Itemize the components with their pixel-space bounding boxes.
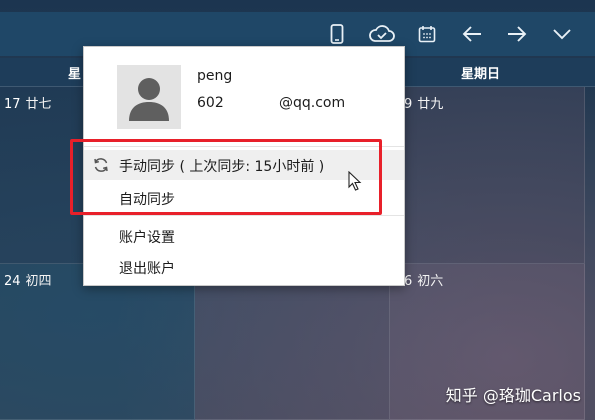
weekday-label: 星	[68, 67, 82, 82]
calendar-cell[interactable]	[195, 264, 390, 420]
mouse-cursor-icon	[348, 171, 362, 191]
menu-divider	[84, 215, 404, 216]
user-icon	[129, 78, 169, 121]
cloud-sync-icon[interactable]	[366, 21, 398, 47]
weekday-label-sunday: 星期日	[461, 67, 501, 82]
watermark: 知乎 @珞珈Carlos	[445, 386, 581, 405]
cell-date: 17 廿七	[4, 97, 52, 112]
account-email: 602 @qq.com	[197, 95, 346, 111]
calendar-cell[interactable]: 9 廿九	[390, 87, 585, 264]
cell-date: 9 廿九	[404, 97, 444, 112]
account-settings-item[interactable]: 账户设置	[84, 221, 404, 251]
avatar	[117, 65, 181, 129]
cell-date: 24 初四	[4, 274, 52, 289]
calendar-icon[interactable]	[414, 21, 440, 47]
arrow-left-icon[interactable]	[459, 21, 485, 47]
sign-out-label: 退出账户	[119, 261, 175, 277]
arrow-right-icon[interactable]	[504, 21, 530, 47]
calendar-cell[interactable]: 24 初四	[0, 264, 195, 420]
sign-out-item[interactable]: 退出账户	[84, 252, 404, 282]
annotation-highlight-box	[70, 139, 382, 215]
account-username: peng	[197, 68, 233, 84]
chevron-down-icon[interactable]	[549, 21, 575, 47]
cell-date: 6 初六	[404, 274, 444, 289]
phone-icon[interactable]	[324, 21, 350, 47]
account-settings-label: 账户设置	[119, 230, 175, 246]
